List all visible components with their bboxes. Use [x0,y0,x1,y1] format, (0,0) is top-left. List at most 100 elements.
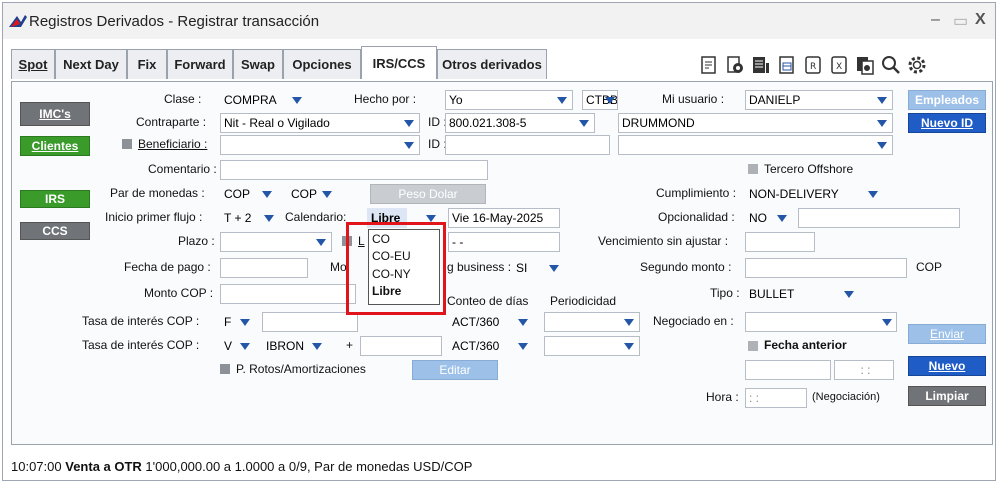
monto-cop-input[interactable] [220,284,356,304]
opcionalidad-input[interactable] [798,208,960,228]
page-list-icon[interactable] [751,55,771,75]
contraparte-dropdown-icon[interactable] [404,120,414,127]
nuevo-id-button[interactable]: Nuevo ID [908,113,986,133]
beneficiario-name-select[interactable] [618,135,893,155]
restore-button[interactable]: ▭ [953,11,968,31]
opcionalidad-dropdown-icon[interactable] [777,215,787,222]
beneficiario-checkbox[interactable] [122,139,132,149]
tasa-interes-2-type-select[interactable]: V [220,336,256,356]
par-moneda-2-dropdown-icon[interactable] [322,191,332,198]
tipo-select[interactable]: BULLET [745,284,845,304]
fecha-anterior-label: Fecha anterior [764,338,847,352]
plus-label: + [346,338,354,352]
tab-fix[interactable]: Fix [127,49,167,79]
tipo-dropdown-icon[interactable] [844,291,854,298]
beneficiario-name-dropdown-icon[interactable] [877,142,887,149]
tab-spot[interactable]: Spot [11,49,55,79]
page-sheet-icon[interactable] [777,55,797,75]
negociacion-label: (Negociación) [812,391,880,403]
hora-input[interactable]: : : [745,388,807,408]
r-box-icon[interactable]: R [803,55,823,75]
fecha-anterior-time-input[interactable]: : : [834,360,894,380]
drummond-dropdown-icon[interactable] [877,120,887,127]
tercero-offshore-label: Tercero Offshore [764,162,854,176]
tercero-offshore-checkbox[interactable] [748,164,758,174]
p-rotos-checkbox[interactable] [220,364,230,374]
vencimiento-input[interactable] [745,232,815,252]
id-dropdown-icon[interactable] [579,120,589,127]
tasa-interes-1-type-select[interactable]: F [220,312,256,332]
periodicidad-2-dropdown-icon[interactable] [624,343,634,350]
search-icon[interactable] [881,55,901,75]
hecho-por-dropdown-icon[interactable] [557,97,567,104]
hecho-por-select[interactable]: Yo [445,90,573,110]
window-title: Registros Derivados - Registrar transacc… [29,13,320,30]
enviar-button[interactable]: Enviar [908,324,986,344]
ctbb-dropdown-icon[interactable] [605,97,615,104]
irs-button[interactable]: IRS [20,190,90,208]
mi-usuario-select[interactable]: DANIELP [745,90,893,110]
cumplimiento-dropdown-icon[interactable] [868,191,878,198]
id2-input[interactable] [445,135,610,155]
close-button[interactable]: X [975,11,986,29]
irs-ccs-panel: IMC's Clientes IRS CCS Clase : COMPRA He… [11,81,993,445]
tab-next-day[interactable]: Next Day [55,49,127,79]
tasa-interes-1-dropdown-icon[interactable] [240,319,250,326]
tab-swap[interactable]: Swap [233,49,283,79]
x-box-icon[interactable]: X [829,55,849,75]
hecho-por-label: Hecho por : [354,92,417,106]
spread-input[interactable] [360,336,442,356]
ibron-dropdown-icon[interactable] [312,343,322,350]
svg-text:R: R [810,62,816,72]
negociado-en-dropdown-icon[interactable] [882,319,892,326]
tab-otros-derivados[interactable]: Otros derivados [437,49,547,79]
plazo-dropdown-icon[interactable] [316,239,326,246]
fecha-anterior-input[interactable] [745,360,831,380]
fecha-pago-input[interactable] [220,258,308,278]
editar-button[interactable]: Editar [412,360,498,380]
fecha-anterior-checkbox[interactable] [748,341,758,351]
tab-opciones[interactable]: Opciones [283,49,361,79]
conteo-dias-2-dropdown-icon[interactable] [518,343,528,350]
clase-dropdown-icon[interactable] [292,97,302,104]
page-settings-icon[interactable] [725,55,745,75]
drummond-select[interactable]: DRUMMOND [618,113,893,133]
negociado-en-select[interactable] [745,312,897,332]
imcs-button[interactable]: IMC's [20,102,90,126]
calendario-dropdown-icon[interactable] [426,215,436,222]
application-window: Registros Derivados - Registrar transacc… [2,2,996,481]
tab-forward[interactable]: Forward [167,49,233,79]
minimize-button[interactable]: – [931,11,940,29]
clase-label: Clase : [164,92,202,106]
empleados-button[interactable]: Empleados [908,90,986,110]
business-label: g business : [447,260,512,274]
gear-icon[interactable] [907,55,927,75]
id-input[interactable]: 800.021.308-5 [445,113,595,133]
tasa-interes-1-input[interactable] [262,312,358,332]
limpiar-button[interactable]: Limpiar [908,386,986,406]
comentario-input[interactable] [220,160,488,180]
tasa-interes-2-dropdown-icon[interactable] [240,343,250,350]
conteo-dias-1-dropdown-icon[interactable] [518,319,528,326]
copy-page-icon[interactable] [855,55,875,75]
document-icon[interactable] [699,55,719,75]
clientes-button[interactable]: Clientes [20,136,90,156]
periodicidad-1-dropdown-icon[interactable] [624,319,634,326]
inicio-flujo-dropdown-icon[interactable] [264,215,274,222]
fecha-pago-label: Fecha de pago : [124,260,211,274]
cumplimiento-select[interactable]: NON-DELIVERY [745,184,875,204]
segundo-monto-input[interactable] [745,258,907,278]
fecha-inicio-input[interactable]: Vie 16-May-2025 [448,208,560,228]
opcionalidad-select[interactable]: NO [745,208,795,228]
par-moneda-1-dropdown-icon[interactable] [262,191,272,198]
business-dropdown-icon[interactable] [549,265,559,272]
vencimiento-fecha-input[interactable]: - - [448,232,560,252]
tab-irs-ccs[interactable]: IRS/CCS [361,46,437,79]
mi-usuario-dropdown-icon[interactable] [877,97,887,104]
contraparte-select[interactable]: Nit - Real o Vigilado [220,113,420,133]
ccs-button[interactable]: CCS [20,222,90,240]
beneficiario-dropdown-icon[interactable] [404,142,414,149]
nuevo-button[interactable]: Nuevo [908,356,986,376]
peso-dolar-button[interactable]: Peso Dolar [370,184,486,204]
beneficiario-select[interactable] [220,135,420,155]
